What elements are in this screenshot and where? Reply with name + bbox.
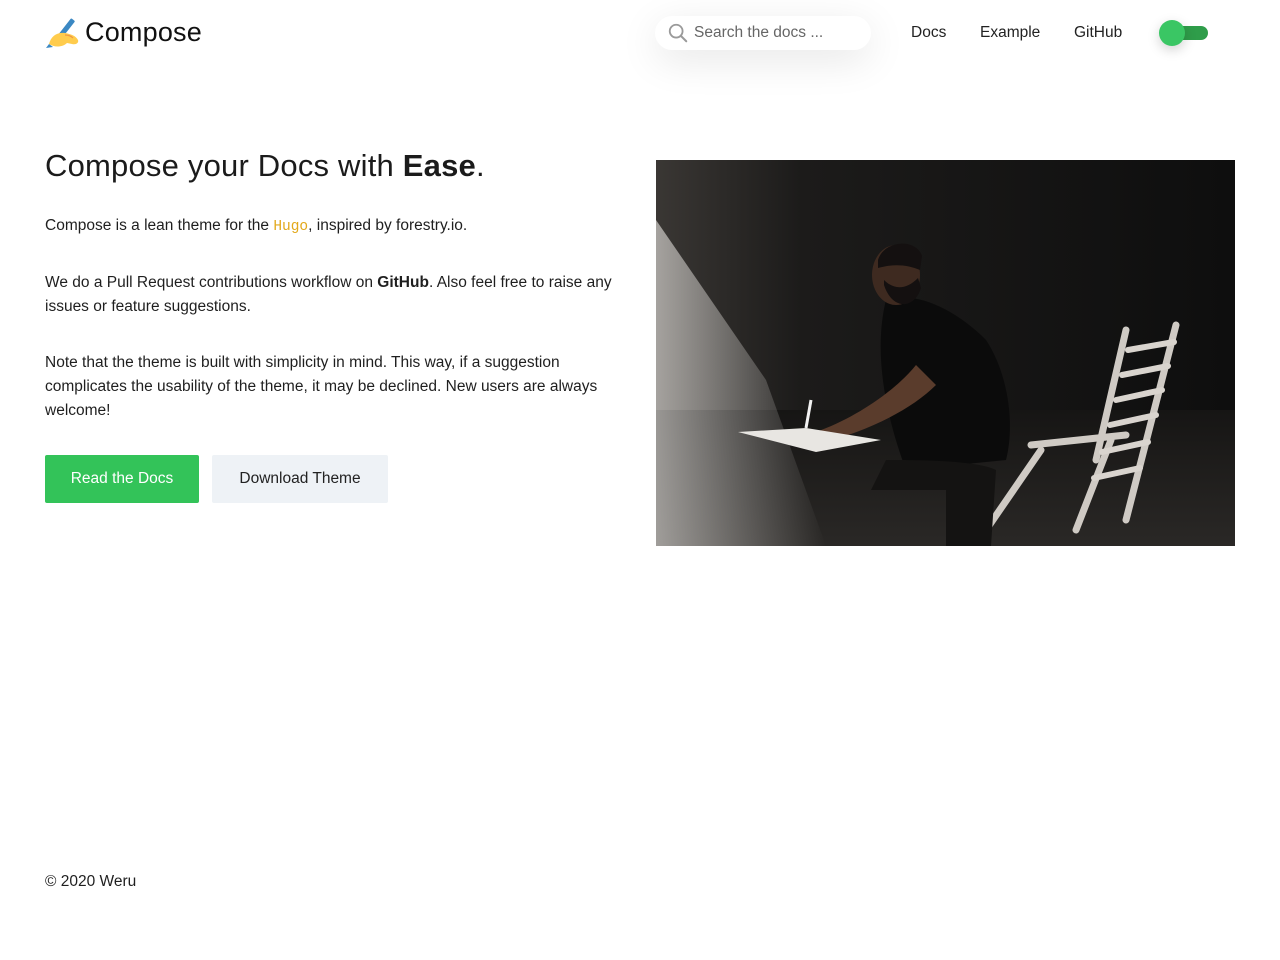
- toggle-knob: [1159, 20, 1185, 46]
- nav-link-docs[interactable]: Docs: [911, 24, 946, 42]
- search-icon: [668, 23, 688, 43]
- hugo-code: Hugo: [273, 219, 309, 235]
- search-box[interactable]: [655, 16, 871, 50]
- intro-suffix: , inspired by forestry.io.: [308, 217, 468, 234]
- search-input[interactable]: [694, 24, 864, 42]
- nav-link-github[interactable]: GitHub: [1074, 24, 1122, 42]
- footer-copyright: © 2020 Weru: [45, 873, 137, 890]
- contribution-prefix: We do a Pull Request contributions workf…: [45, 274, 378, 291]
- nav-link-example[interactable]: Example: [980, 24, 1040, 42]
- intro-paragraph: Compose is a lean theme for the Hugo, in…: [45, 214, 625, 239]
- github-strong: GitHub: [377, 274, 429, 291]
- intro-prefix: Compose is a lean theme for the: [45, 217, 274, 234]
- theme-toggle[interactable]: [1159, 20, 1209, 46]
- hero-title-suffix: .: [476, 148, 485, 183]
- download-theme-button[interactable]: Download Theme: [212, 455, 388, 503]
- hero-photo-illustration: [656, 160, 1235, 546]
- writing-hand-icon: [46, 18, 79, 48]
- hero-title-prefix: Compose your Docs with: [45, 148, 403, 183]
- brand-name: Compose: [85, 16, 202, 47]
- read-the-docs-button[interactable]: Read the Docs: [45, 455, 199, 503]
- hero-image: [656, 160, 1235, 546]
- contribution-paragraph: We do a Pull Request contributions workf…: [45, 271, 625, 319]
- hero-title-emphasis: Ease: [402, 148, 476, 183]
- site-header: Compose Docs Example GitHub: [0, 0, 1280, 68]
- note-paragraph: Note that the theme is built with simpli…: [45, 354, 598, 419]
- brand-logo-link[interactable]: Compose: [45, 14, 202, 50]
- hero-title: Compose your Docs with Ease.: [45, 148, 485, 184]
